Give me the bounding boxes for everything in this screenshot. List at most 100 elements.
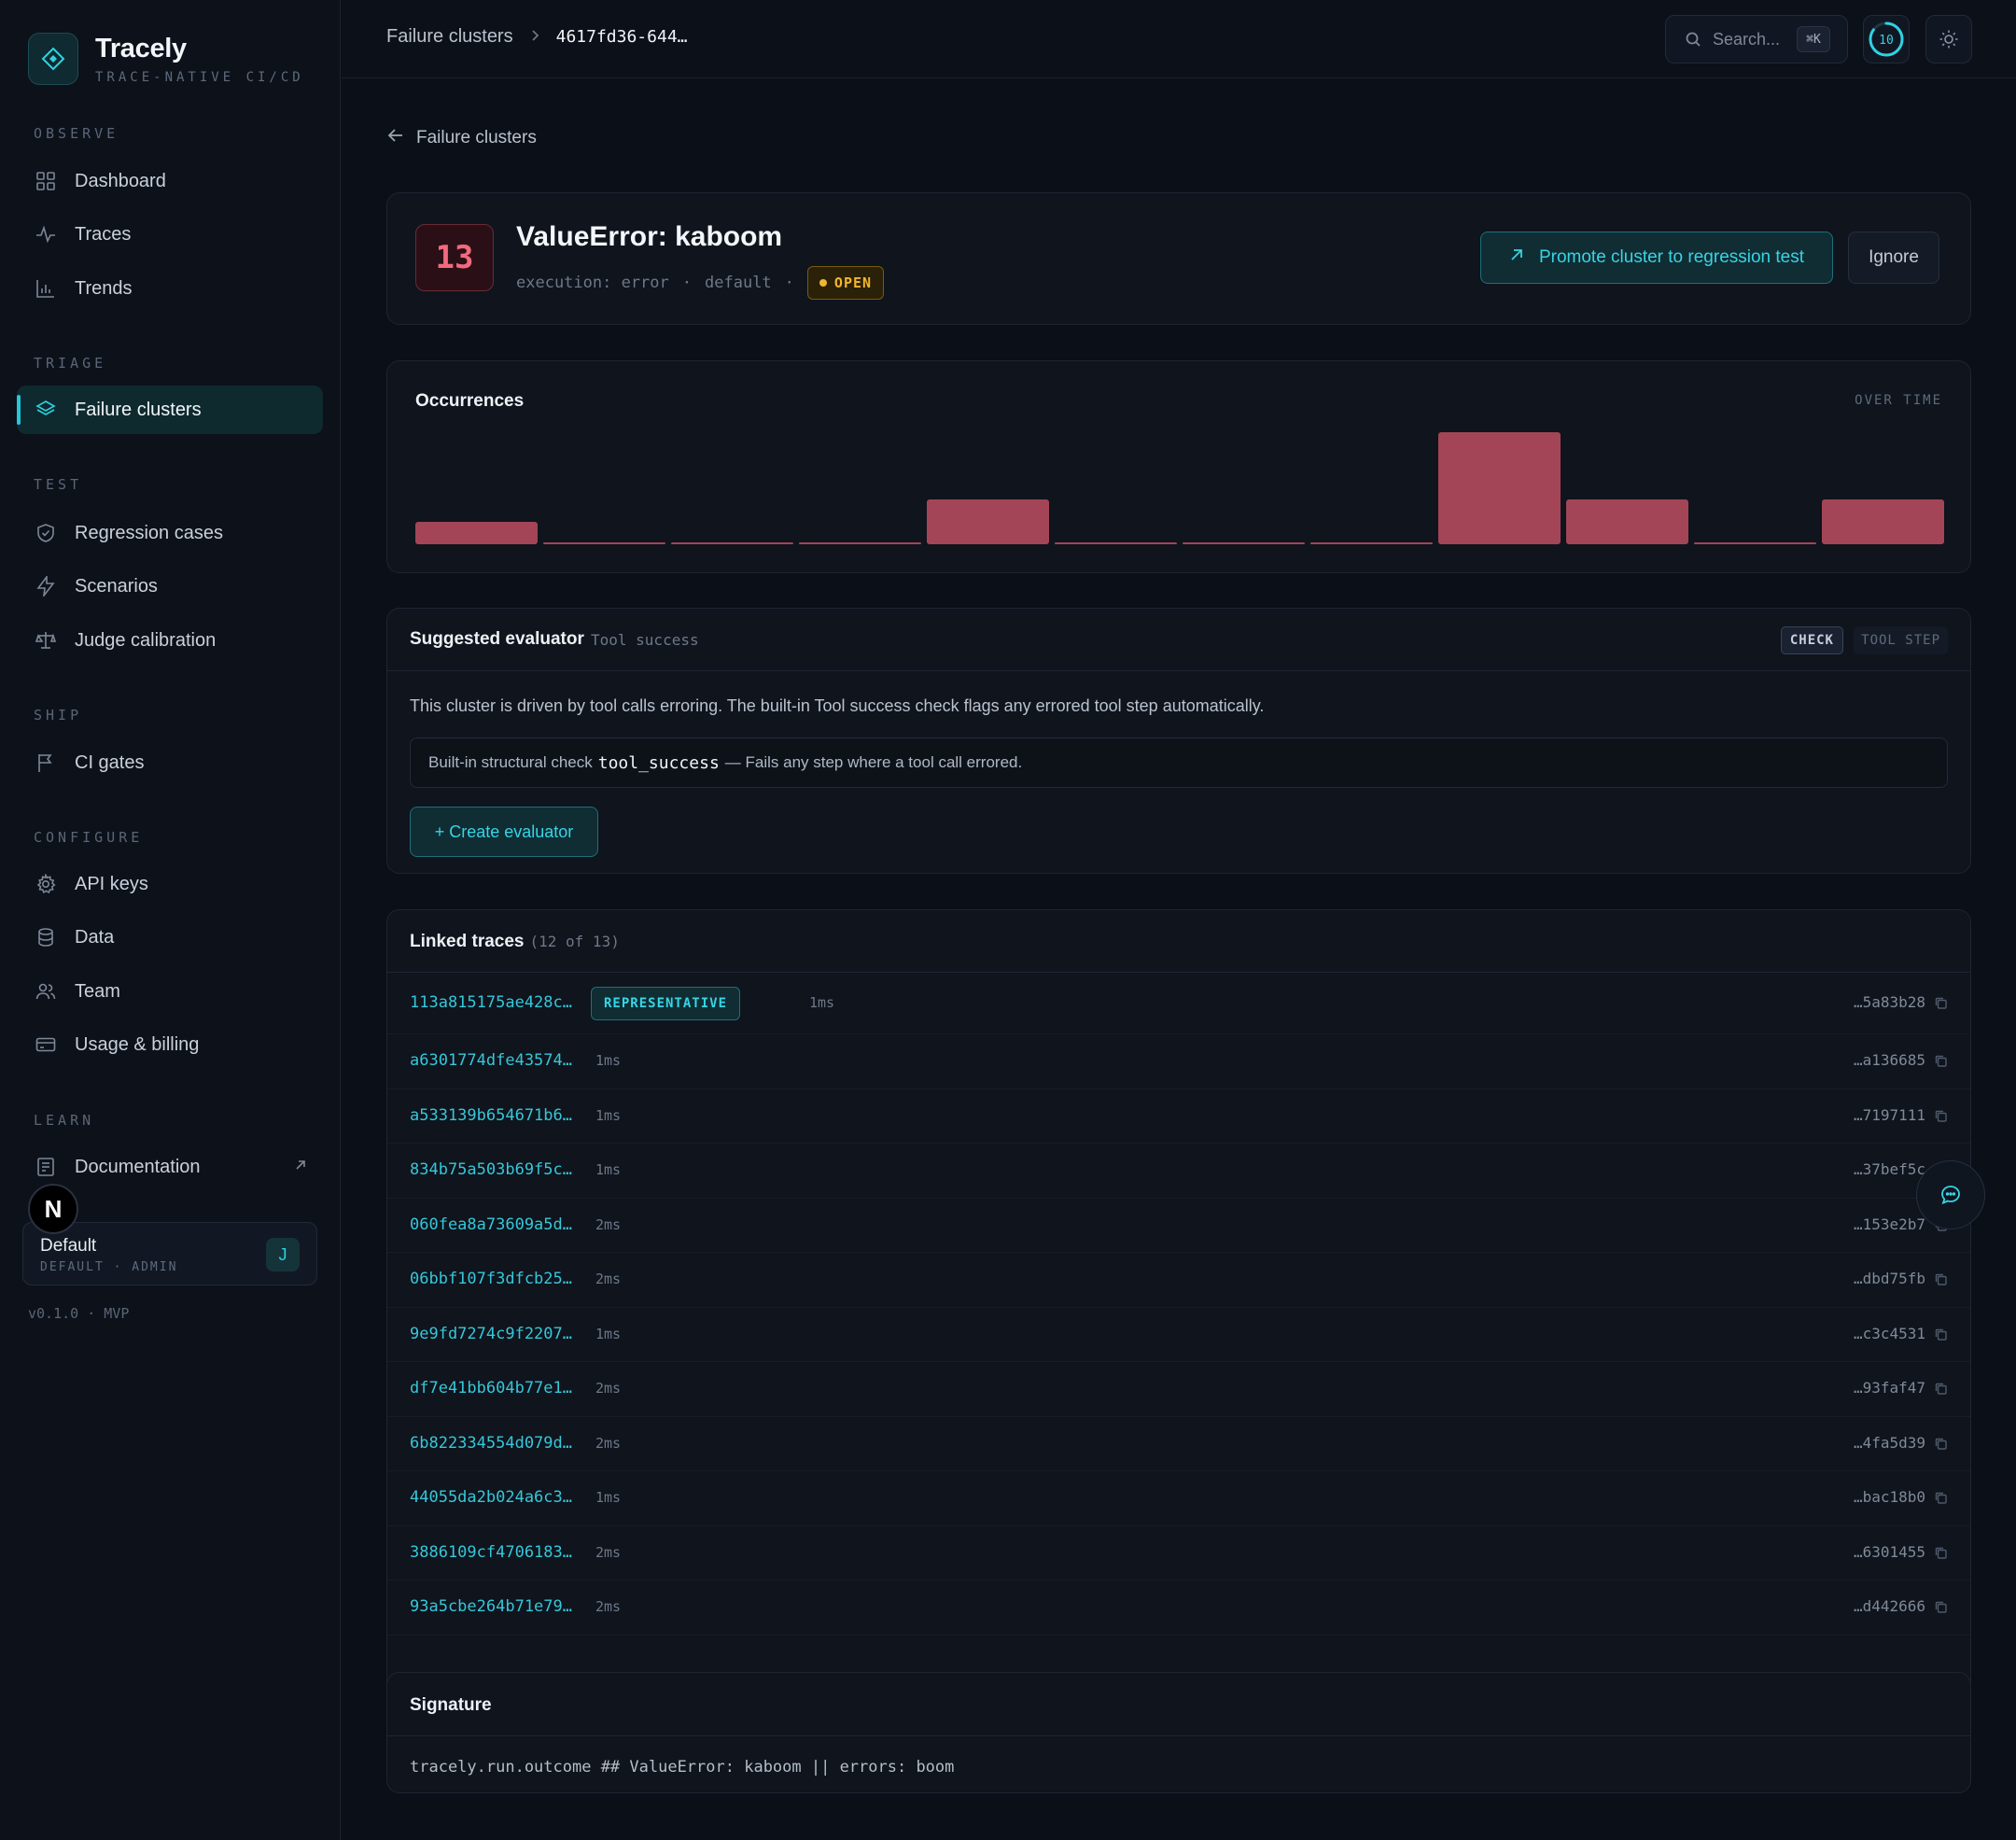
sidebar-item-api-keys[interactable]: API keys — [17, 860, 323, 908]
credit-card-icon — [34, 1032, 58, 1057]
chat-icon — [1939, 1184, 1962, 1206]
chat-button[interactable] — [1916, 1160, 1985, 1229]
occurrences-label: OVER TIME — [1855, 393, 1942, 408]
table-row[interactable]: 113a815175ae428c… REPRESENTATIVE 1ms …5a83b… — [387, 973, 1970, 1034]
chevron-right-icon — [528, 26, 541, 48]
theme-toggle-button[interactable] — [1925, 15, 1972, 63]
users-icon — [34, 979, 58, 1004]
document-icon — [34, 1155, 58, 1179]
trace-span-id: …93faf47 — [1853, 1379, 1925, 1398]
occurrence-bar[interactable] — [1055, 542, 1177, 544]
copy-icon[interactable] — [1934, 1600, 1948, 1619]
table-row[interactable]: 9e9fd7274c9f2207… 1ms …c3c4531 — [387, 1308, 1970, 1362]
trace-id-link[interactable]: 93a5cbe264b71e79… — [410, 1597, 572, 1616]
search-input[interactable]: Search... ⌘K — [1665, 15, 1848, 63]
copy-icon[interactable] — [1934, 996, 1948, 1015]
occurrence-bar[interactable] — [1183, 542, 1305, 544]
trace-id-link[interactable]: 113a815175ae428c… — [410, 993, 572, 1012]
table-row[interactable]: 44055da2b024a6c3… 1ms …bac18b0 — [387, 1471, 1970, 1526]
occurrences-card: Occurrences OVER TIME — [386, 360, 1971, 573]
trace-id-link[interactable]: a6301774dfe43574… — [410, 1051, 572, 1070]
sidebar-item-label: Team — [75, 980, 120, 1002]
trace-duration: 1ms — [595, 1106, 622, 1124]
occurrence-bar[interactable] — [1694, 542, 1816, 544]
avatar[interactable]: N — [28, 1184, 78, 1234]
sidebar-item-traces[interactable]: Traces — [17, 210, 323, 259]
activity-icon — [34, 222, 58, 246]
occurrence-bar[interactable] — [1438, 432, 1561, 544]
trace-id-link[interactable]: 06bbf107f3dfcb25… — [410, 1270, 572, 1288]
sidebar-item-dashboard[interactable]: Dashboard — [17, 157, 323, 205]
sidebar-item-judge-calibration[interactable]: Judge calibration — [17, 616, 323, 665]
trace-id-link[interactable]: 44055da2b024a6c3… — [410, 1488, 572, 1507]
copy-icon[interactable] — [1934, 1546, 1948, 1565]
brand[interactable]: Tracely TRACE-NATIVE CI/CD — [28, 33, 304, 85]
occurrences-chart — [415, 432, 1944, 544]
progress-ring-button[interactable]: 10 — [1863, 15, 1910, 63]
ignore-button[interactable]: Ignore — [1848, 232, 1939, 284]
occurrence-bar[interactable] — [927, 499, 1049, 544]
sidebar-item-data[interactable]: Data — [17, 913, 323, 962]
table-row[interactable]: 834b75a503b69f5c… 1ms …37bef5c — [387, 1144, 1970, 1199]
trace-duration: 1ms — [809, 994, 835, 1011]
occurrence-bar[interactable] — [799, 542, 921, 544]
trace-id-link[interactable]: a533139b654671b6… — [410, 1106, 572, 1125]
occurrence-bar[interactable] — [671, 542, 793, 544]
shield-check-icon — [34, 521, 58, 545]
table-row[interactable]: 3886109cf4706183… 2ms …6301455 — [387, 1526, 1970, 1580]
trace-id-link[interactable]: 3886109cf4706183… — [410, 1543, 572, 1562]
sidebar-item-usage-billing[interactable]: Usage & billing — [17, 1020, 323, 1069]
sidebar-item-team[interactable]: Team — [17, 967, 323, 1016]
table-row[interactable]: 93a5cbe264b71e79… 2ms …d442666 — [387, 1580, 1970, 1636]
sidebar-item-failure-clusters[interactable]: Failure clusters — [17, 386, 323, 434]
occurrence-bar[interactable] — [1310, 542, 1433, 544]
occurrence-bar[interactable] — [415, 522, 538, 544]
trace-id-link[interactable]: 9e9fd7274c9f2207… — [410, 1325, 572, 1343]
trace-id-link[interactable]: df7e41bb604b77e1… — [410, 1379, 572, 1398]
signature-title: Signature — [410, 1695, 492, 1715]
create-evaluator-button[interactable]: + Create evaluator — [410, 807, 598, 857]
status-badge: OPEN — [806, 266, 885, 300]
external-link-icon — [293, 1157, 308, 1178]
trace-duration: 2ms — [595, 1215, 622, 1233]
topbar: Failure clusters 4617fd36-644… Search...… — [342, 0, 2016, 78]
copy-icon[interactable] — [1934, 1272, 1948, 1291]
trace-id-link[interactable]: 834b75a503b69f5c… — [410, 1160, 572, 1179]
copy-icon[interactable] — [1934, 1437, 1948, 1455]
progress-ring: 10 — [1869, 21, 1904, 57]
occurrence-bar[interactable] — [543, 542, 665, 544]
trace-id-link[interactable]: 060fea8a73609a5d… — [410, 1215, 572, 1234]
copy-icon[interactable] — [1934, 1109, 1948, 1128]
occurrence-bar[interactable] — [1566, 499, 1688, 544]
table-row[interactable]: 060fea8a73609a5d… 2ms …153e2b7 — [387, 1199, 1970, 1253]
occurrence-bar[interactable] — [1822, 499, 1944, 544]
copy-icon[interactable] — [1934, 1054, 1948, 1073]
trace-id-link[interactable]: 6b822334554d079d… — [410, 1434, 572, 1453]
sidebar-item-regression-cases[interactable]: Regression cases — [17, 509, 323, 557]
trace-duration: 1ms — [595, 1489, 622, 1507]
copy-icon[interactable] — [1934, 1491, 1948, 1510]
section-ship: SHIP — [34, 707, 83, 723]
trace-span-id: …153e2b7 — [1853, 1215, 1925, 1233]
back-link[interactable]: Failure clusters — [386, 126, 537, 150]
table-row[interactable]: df7e41bb604b77e1… 2ms …93faf47 — [387, 1362, 1970, 1417]
breadcrumb-parent[interactable]: Failure clusters — [386, 26, 513, 48]
table-row[interactable]: 06bbf107f3dfcb25… 2ms …dbd75fb — [387, 1253, 1970, 1308]
table-row[interactable]: 6b822334554d079d… 2ms …4fa5d39 — [387, 1417, 1970, 1471]
section-observe: OBSERVE — [34, 125, 119, 142]
sidebar-item-trends[interactable]: Trends — [17, 264, 323, 313]
copy-icon[interactable] — [1934, 1327, 1948, 1346]
trace-span-id: …5a83b28 — [1853, 993, 1925, 1011]
table-row[interactable]: a6301774dfe43574… 1ms …a136685 — [387, 1034, 1970, 1089]
sidebar-item-label: API keys — [75, 873, 148, 894]
copy-icon[interactable] — [1934, 1382, 1948, 1400]
arrow-left-icon — [386, 126, 405, 150]
table-row[interactable]: a533139b654671b6… 1ms …7197111 — [387, 1089, 1970, 1144]
linked-traces-card: Linked traces (12 of 13) 113a815175ae428c… — [386, 909, 1971, 1717]
sidebar-item-scenarios[interactable]: Scenarios — [17, 562, 323, 611]
org-switcher[interactable]: Default DEFAULT · ADMIN J — [22, 1222, 317, 1285]
occurrences-title: Occurrences — [415, 391, 525, 411]
sidebar-item-ci-gates[interactable]: CI gates — [17, 738, 323, 787]
promote-button[interactable]: Promote cluster to regression test — [1480, 232, 1833, 284]
sidebar-item-documentation[interactable]: Documentation — [17, 1143, 323, 1191]
